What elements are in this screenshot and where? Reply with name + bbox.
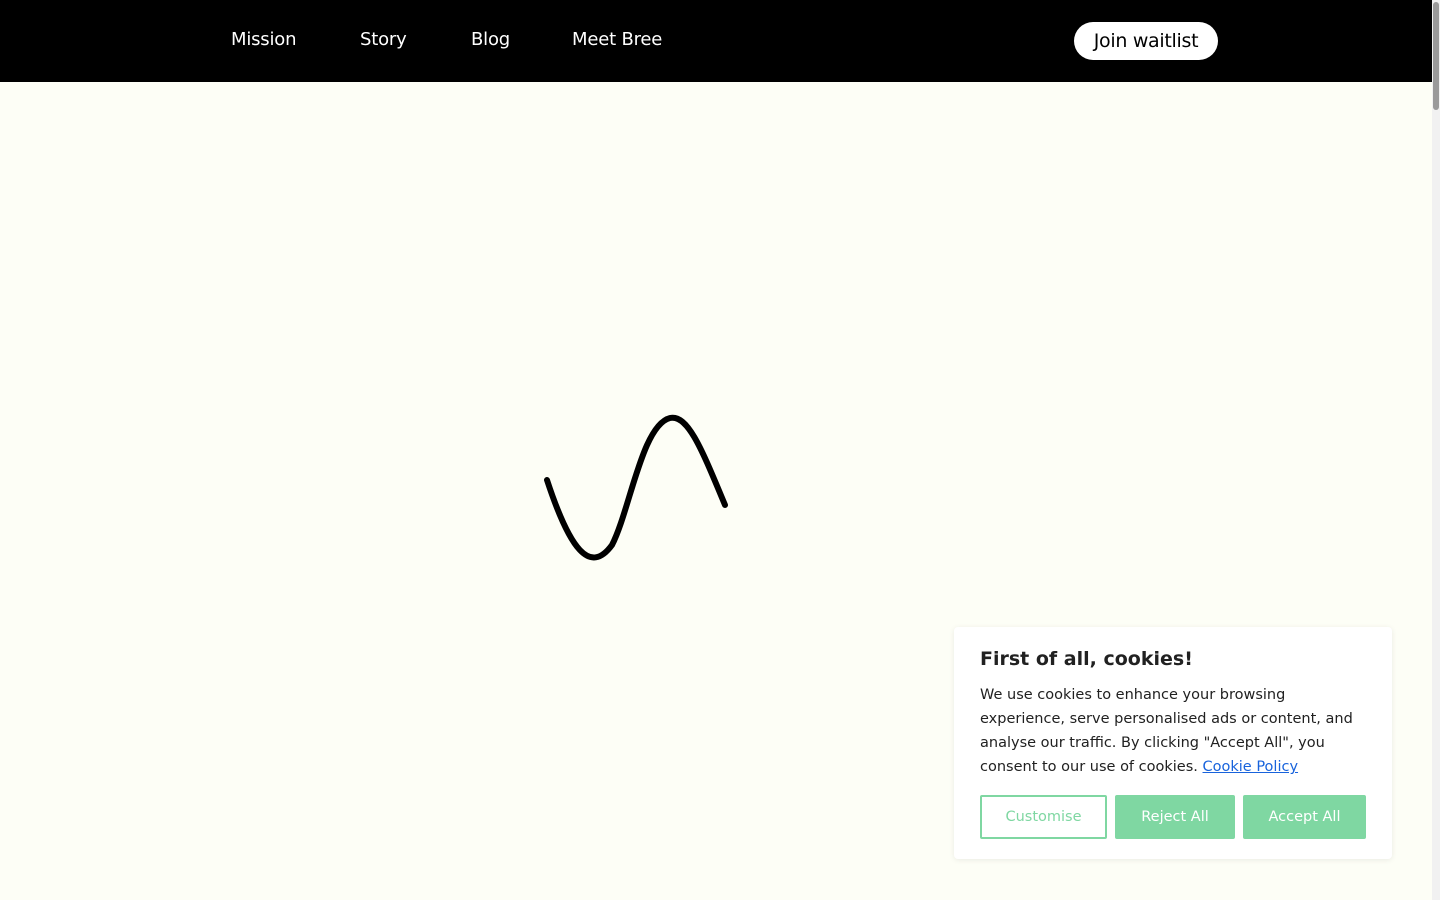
customise-button[interactable]: Customise xyxy=(980,795,1107,839)
scrollbar-thumb[interactable] xyxy=(1433,2,1439,110)
reject-all-button[interactable]: Reject All xyxy=(1115,795,1235,839)
cookie-consent-banner: First of all, cookies! We use cookies to… xyxy=(954,627,1392,859)
top-nav-bar: Mission Story Blog Meet Bree Join waitli… xyxy=(0,0,1432,82)
cookie-policy-link[interactable]: Cookie Policy xyxy=(1203,759,1299,775)
accept-all-button[interactable]: Accept All xyxy=(1243,795,1366,839)
nav-link-meet-bree[interactable]: Meet Bree xyxy=(572,28,662,52)
nav-link-mission[interactable]: Mission xyxy=(231,28,297,52)
join-waitlist-button[interactable]: Join waitlist xyxy=(1074,22,1218,60)
nav-link-blog[interactable]: Blog xyxy=(471,28,510,52)
cookie-banner-title: First of all, cookies! xyxy=(980,648,1193,670)
wave-icon xyxy=(544,414,728,561)
cookie-banner-actions: Customise Reject All Accept All xyxy=(980,795,1366,839)
page-scrollbar[interactable] xyxy=(1432,0,1440,900)
nav-link-story[interactable]: Story xyxy=(360,28,407,52)
cookie-banner-message: We use cookies to enhance your browsing … xyxy=(980,683,1366,779)
